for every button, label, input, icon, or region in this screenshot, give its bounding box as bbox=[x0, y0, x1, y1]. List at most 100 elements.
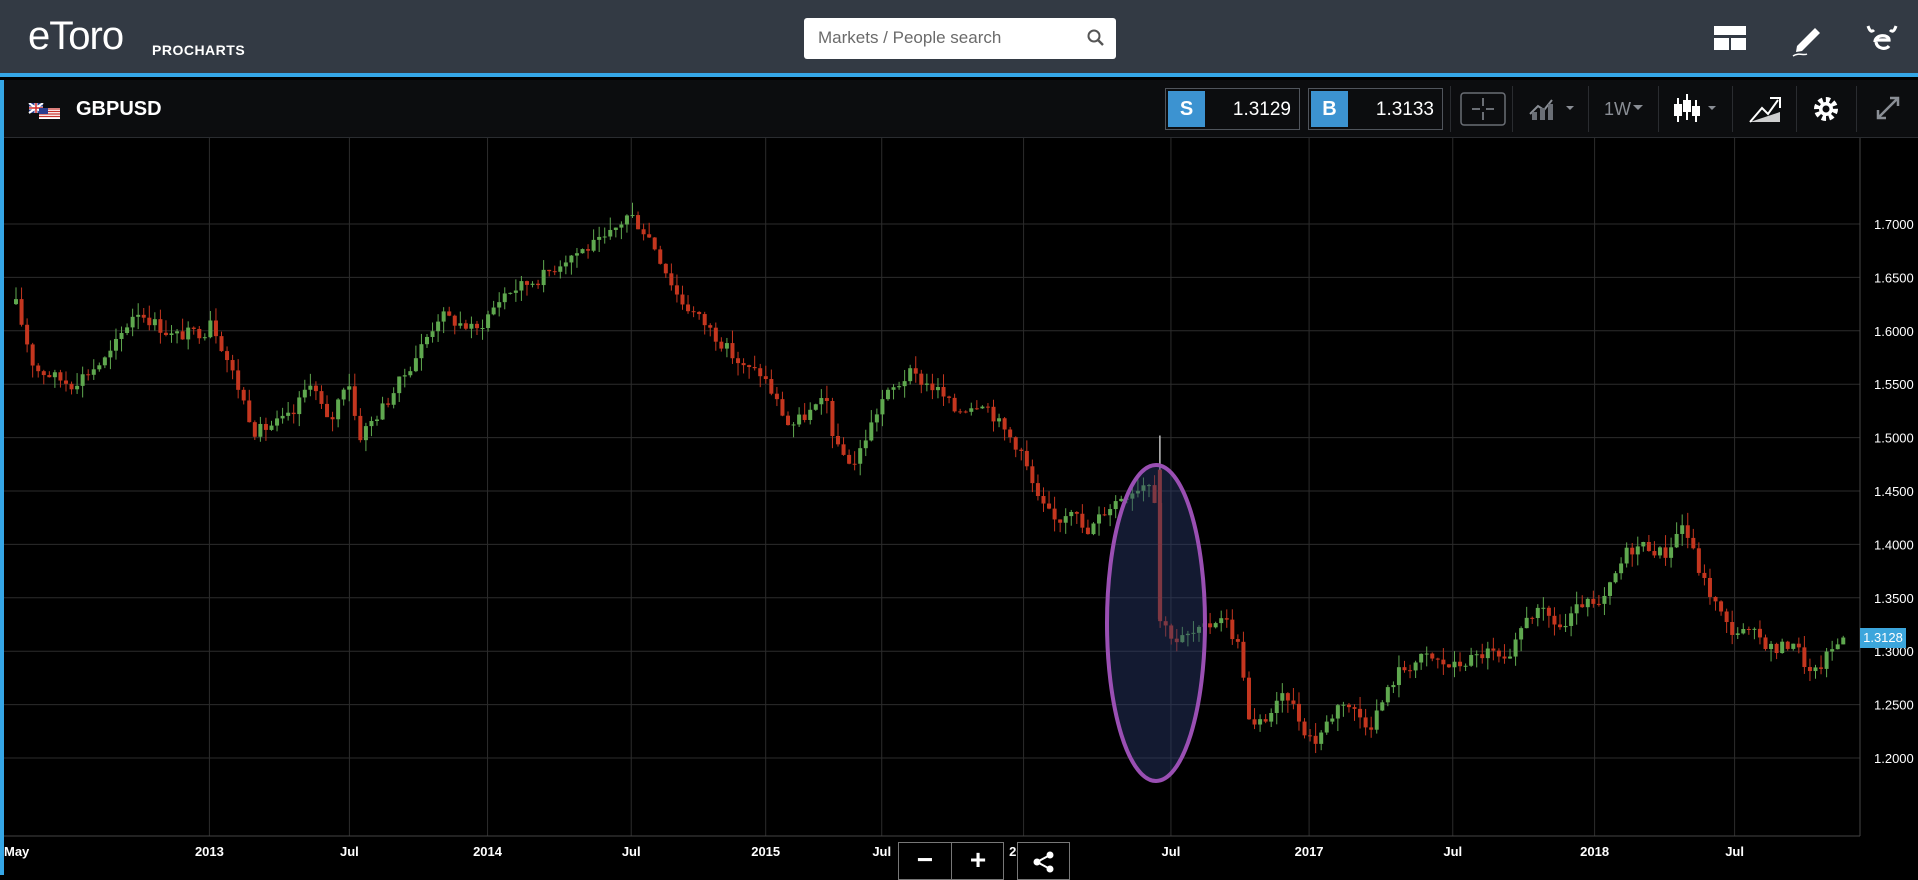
candle-body bbox=[1069, 512, 1074, 517]
candle-body bbox=[1363, 717, 1368, 728]
candle-body bbox=[1757, 628, 1762, 638]
candle-body bbox=[430, 331, 435, 337]
search-icon[interactable] bbox=[1087, 29, 1105, 52]
candle-body bbox=[369, 421, 374, 427]
candle-body bbox=[1752, 628, 1757, 630]
fullscreen-icon[interactable] bbox=[1866, 88, 1910, 130]
candle-body bbox=[1835, 644, 1840, 650]
candle-body bbox=[108, 350, 113, 358]
candle-body bbox=[347, 386, 352, 390]
candle-body bbox=[52, 372, 57, 378]
toolbar-divider bbox=[1512, 86, 1513, 132]
candle-body bbox=[497, 302, 502, 308]
symbol-label[interactable]: GBPUSD bbox=[76, 98, 162, 121]
candle-body bbox=[1591, 598, 1596, 604]
candle-body bbox=[1824, 651, 1829, 669]
candle-body bbox=[1735, 633, 1740, 635]
candle-body bbox=[1213, 623, 1218, 628]
chart-panel: GBPUSD S 1.3129 B 1.3133 1W 1.7000 1.650… bbox=[0, 80, 1918, 880]
candle-body bbox=[1391, 685, 1396, 688]
candle-body bbox=[519, 281, 524, 291]
layout-icon[interactable] bbox=[1710, 18, 1750, 58]
candle-body bbox=[769, 379, 774, 394]
candle-body bbox=[1280, 693, 1285, 701]
candle-body bbox=[1630, 547, 1635, 555]
candle-body bbox=[75, 385, 80, 390]
candle-body bbox=[897, 386, 902, 388]
candle-body bbox=[774, 393, 779, 400]
candle-body bbox=[1458, 661, 1463, 667]
candle-body bbox=[763, 376, 768, 380]
y-tick-label: 1.2500 bbox=[1874, 698, 1914, 713]
candle-body bbox=[163, 332, 168, 336]
candle-body bbox=[202, 337, 207, 339]
x-tick-label: 2018 bbox=[1580, 844, 1609, 859]
indicators-icon[interactable] bbox=[1526, 88, 1578, 130]
candle-body bbox=[1813, 667, 1818, 672]
candlestick-type-icon[interactable] bbox=[1668, 88, 1724, 130]
candle-body bbox=[1707, 577, 1712, 597]
candle-body bbox=[1763, 637, 1768, 650]
share-button[interactable] bbox=[1017, 842, 1070, 880]
y-tick-label: 1.7000 bbox=[1874, 217, 1914, 232]
candle-body bbox=[25, 324, 30, 345]
zoom-out-button[interactable]: − bbox=[899, 843, 951, 879]
settings-icon[interactable] bbox=[1804, 88, 1848, 130]
candle-body bbox=[1452, 661, 1457, 668]
search-box[interactable] bbox=[804, 18, 1116, 59]
candle-body bbox=[847, 454, 852, 464]
candle-body bbox=[208, 320, 213, 338]
candle-body bbox=[636, 215, 641, 230]
candle-body bbox=[1730, 622, 1735, 635]
price-chart[interactable]: 1.7000 1.6500 1.6000 1.5500 1.5000 1.4500 1.40… bbox=[4, 138, 1918, 875]
candlestick-series bbox=[14, 202, 1846, 754]
candle-body bbox=[1508, 656, 1513, 659]
crosshair-icon[interactable] bbox=[1460, 88, 1506, 130]
pencil-icon[interactable] bbox=[1787, 18, 1827, 58]
candle-body bbox=[552, 271, 557, 273]
etoro-user-icon[interactable] bbox=[1862, 18, 1902, 58]
candle-body bbox=[102, 357, 107, 366]
drawing-tools-icon[interactable] bbox=[1742, 88, 1788, 130]
candle-body bbox=[1791, 643, 1796, 649]
candle-body bbox=[1713, 596, 1718, 602]
candle-body bbox=[1513, 639, 1518, 657]
candle-body bbox=[669, 273, 674, 286]
candle-body bbox=[974, 408, 979, 410]
x-tick-label: May bbox=[4, 844, 30, 859]
buy-button[interactable]: B 1.3133 bbox=[1308, 88, 1443, 130]
candle-body bbox=[286, 412, 291, 416]
toolbar-divider bbox=[1856, 86, 1857, 132]
candle-body bbox=[1719, 601, 1724, 612]
candle-body bbox=[980, 406, 985, 409]
sell-tag: S bbox=[1168, 91, 1205, 127]
sell-button[interactable]: S 1.3129 bbox=[1165, 88, 1300, 130]
candle-body bbox=[891, 387, 896, 390]
candle-body bbox=[1774, 643, 1779, 654]
candle-body bbox=[624, 215, 629, 225]
candle-body bbox=[191, 327, 196, 329]
candle-body bbox=[1285, 693, 1290, 701]
search-input[interactable] bbox=[804, 18, 1078, 57]
candle-body bbox=[947, 396, 952, 398]
candle-body bbox=[963, 411, 968, 413]
candle-body bbox=[1780, 641, 1785, 654]
candle-body bbox=[1724, 611, 1729, 623]
candle-body bbox=[252, 422, 257, 437]
candle-body bbox=[1785, 641, 1790, 649]
candle-body bbox=[69, 383, 74, 390]
zoom-in-button[interactable]: + bbox=[952, 843, 1004, 879]
candle-body bbox=[1613, 573, 1618, 583]
candle-body bbox=[330, 417, 335, 420]
candle-body bbox=[747, 365, 752, 368]
candle-body bbox=[524, 281, 529, 285]
price-axis: 1.7000 1.6500 1.6000 1.5500 1.5000 1.4500 1.40… bbox=[1859, 138, 1914, 836]
candle-body bbox=[508, 292, 513, 294]
candle-body bbox=[1330, 718, 1335, 722]
candle-body bbox=[1635, 546, 1640, 555]
timeframe-selector[interactable]: 1W bbox=[1600, 88, 1648, 130]
candle-body bbox=[1646, 542, 1651, 552]
candle-body bbox=[1002, 418, 1007, 430]
candle-body bbox=[175, 331, 180, 334]
candle-body bbox=[824, 398, 829, 401]
